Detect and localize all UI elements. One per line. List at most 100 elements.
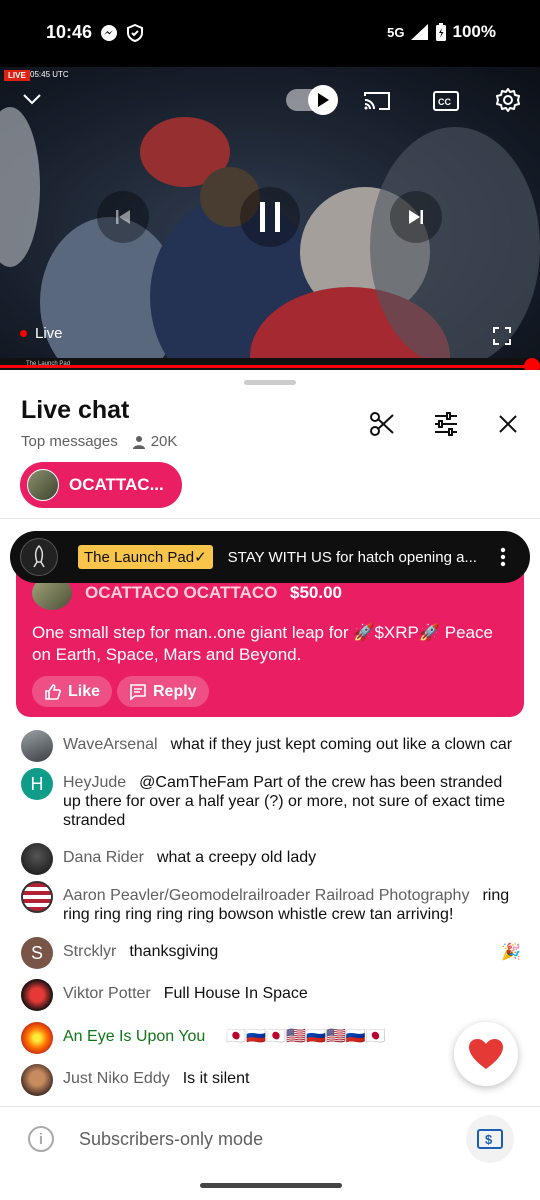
chat-author[interactable]: Aaron Peavler/Geomodelrailroader Railroa… bbox=[63, 887, 469, 904]
reply-icon bbox=[130, 683, 146, 701]
chat-author[interactable]: WaveArsenal bbox=[63, 736, 158, 753]
chat-message-body: An Eye Is Upon You 🇯🇵🇷🇺🇯🇵🇺🇸🇷🇺🇺🇸🇷🇺🇯🇵 bbox=[63, 1022, 521, 1046]
chat-filter-button[interactable] bbox=[430, 408, 462, 440]
fullscreen-button[interactable] bbox=[488, 322, 516, 350]
signal-icon bbox=[410, 24, 428, 40]
drag-handle[interactable] bbox=[244, 380, 296, 385]
chat-author[interactable]: Dana Rider bbox=[63, 849, 144, 866]
chat-text: Full House In Space bbox=[163, 985, 308, 1002]
status-bar: 10:46 5G 100% bbox=[0, 0, 540, 67]
viewer-count-value: 20K bbox=[150, 433, 178, 450]
network-label: 5G bbox=[387, 24, 405, 40]
close-chat-button[interactable] bbox=[492, 408, 524, 440]
gear-icon bbox=[496, 88, 520, 112]
avatar[interactable] bbox=[21, 979, 53, 1011]
chat-author[interactable]: HeyJude bbox=[63, 774, 126, 791]
svg-text:$: $ bbox=[485, 1132, 493, 1147]
avatar[interactable] bbox=[21, 843, 53, 875]
captions-button[interactable]: CC bbox=[430, 85, 462, 117]
broadcast-live-tag: LIVE bbox=[4, 70, 30, 81]
svg-text:CC: CC bbox=[438, 97, 451, 107]
chat-author[interactable]: Strcklyr bbox=[63, 943, 116, 960]
battery-icon bbox=[435, 23, 446, 41]
pause-icon bbox=[260, 202, 280, 232]
superchat-amount: $50.00 bbox=[290, 583, 342, 602]
chat-message[interactable]: S Strcklyr thanksgiving 🎉 bbox=[21, 937, 521, 969]
skip-next-icon bbox=[409, 210, 423, 224]
messenger-icon bbox=[101, 25, 117, 41]
viewer-count: 20K bbox=[132, 433, 178, 450]
superchat-message: One small step for man..one giant leap f… bbox=[32, 623, 493, 664]
chat-message[interactable]: Aaron Peavler/Geomodelrailroader Railroa… bbox=[21, 881, 521, 924]
chat-message-body: Dana Rider what a creepy old lady bbox=[63, 843, 521, 867]
chat-author[interactable]: Just Niko Eddy bbox=[63, 1070, 170, 1087]
previous-button[interactable] bbox=[97, 191, 149, 243]
avatar-initial: H bbox=[30, 773, 44, 794]
subscribers-only-text: Subscribers-only mode bbox=[79, 1129, 264, 1149]
chat-subtitle: Top messages 20K bbox=[21, 433, 177, 450]
chat-author[interactable]: Viktor Potter bbox=[63, 985, 151, 1002]
chat-mode[interactable]: Top messages bbox=[21, 433, 118, 450]
close-icon bbox=[499, 415, 517, 433]
notification-icons bbox=[100, 24, 144, 42]
status-time: 10:46 bbox=[46, 22, 93, 42]
chat-message-body: Just Niko Eddy Is it silent bbox=[63, 1064, 521, 1088]
party-emoji: 🎉 bbox=[501, 944, 521, 961]
pause-button[interactable] bbox=[240, 187, 300, 247]
channel-badge-name: The Launch Pad bbox=[84, 549, 195, 566]
info-icon[interactable]: i bbox=[28, 1126, 54, 1152]
live-indicator[interactable]: Live bbox=[20, 325, 63, 342]
thumb-up-icon bbox=[45, 683, 61, 700]
clip-button[interactable] bbox=[366, 408, 398, 440]
avatar[interactable] bbox=[21, 730, 53, 762]
avatar[interactable] bbox=[21, 881, 53, 913]
cast-button[interactable] bbox=[361, 85, 393, 117]
chat-message[interactable]: Just Niko Eddy Is it silent bbox=[21, 1064, 521, 1096]
avatar[interactable]: S bbox=[21, 937, 53, 969]
like-label: Like bbox=[68, 682, 101, 700]
chat-message[interactable]: H HeyJude @CamTheFam Part of the crew has… bbox=[21, 768, 521, 830]
avatar[interactable]: H bbox=[21, 768, 53, 800]
chat-message-body: Strcklyr thanksgiving bbox=[63, 937, 521, 961]
avatar[interactable] bbox=[21, 1022, 53, 1054]
chat-message-body: WaveArsenal what if they just kept coming… bbox=[63, 730, 521, 754]
heart-icon bbox=[469, 1039, 503, 1069]
chat-message[interactable]: An Eye Is Upon You 🇯🇵🇷🇺🇯🇵🇺🇸🇷🇺🇺🇸🇷🇺🇯🇵 bbox=[21, 1022, 521, 1054]
minimize-button[interactable] bbox=[18, 85, 46, 113]
banner-more-button[interactable] bbox=[500, 547, 506, 572]
chat-author[interactable]: An Eye Is Upon You bbox=[63, 1028, 205, 1045]
pinned-banner[interactable]: The Launch Pad✓ STAY WITH US for hatch o… bbox=[10, 531, 530, 583]
play-icon bbox=[318, 93, 329, 107]
pinned-superchat-chip[interactable]: OCATTAC... bbox=[20, 462, 182, 508]
chat-message-body: Aaron Peavler/Geomodelrailroader Railroa… bbox=[63, 881, 521, 924]
channel-badge: The Launch Pad✓ bbox=[78, 545, 213, 569]
settings-button[interactable] bbox=[492, 84, 524, 116]
live-label: Live bbox=[35, 325, 63, 342]
autoplay-toggle[interactable] bbox=[286, 85, 338, 115]
like-button[interactable]: Like bbox=[32, 676, 113, 707]
fullscreen-icon bbox=[493, 327, 511, 345]
video-player[interactable]: LIVE 05:45 UTC CC Live The Launch Pad bbox=[0, 67, 540, 370]
progress-bar[interactable] bbox=[0, 365, 532, 368]
autoplay-knob bbox=[308, 85, 338, 115]
chat-text: what a creepy old lady bbox=[156, 849, 317, 866]
avatar bbox=[27, 469, 59, 501]
next-button[interactable] bbox=[390, 191, 442, 243]
chat-message[interactable]: WaveArsenal what if they just kept coming… bbox=[21, 730, 521, 762]
person-icon bbox=[132, 435, 145, 449]
status-right: 5G 100% bbox=[387, 22, 496, 42]
shield-icon bbox=[127, 24, 143, 42]
avatar[interactable] bbox=[21, 1064, 53, 1096]
chat-message[interactable]: Dana Rider what a creepy old lady bbox=[21, 843, 521, 875]
progress-scrubber[interactable] bbox=[524, 358, 540, 370]
chat-message[interactable]: Viktor Potter Full House In Space bbox=[21, 979, 521, 1011]
superchat-author[interactable]: OCATTACO OCATTACO bbox=[85, 583, 277, 603]
avatar-initial: S bbox=[30, 942, 43, 963]
superchat-card: OCATTACO OCATTACO $50.00 One small step … bbox=[16, 560, 524, 717]
more-vert-icon bbox=[500, 547, 506, 567]
heart-reaction-button[interactable] bbox=[454, 1022, 518, 1086]
superchat-button[interactable]: $ bbox=[466, 1115, 514, 1163]
reply-button[interactable]: Reply bbox=[117, 676, 209, 707]
captions-icon: CC bbox=[433, 91, 459, 111]
chat-text: 🇯🇵🇷🇺🇯🇵🇺🇸🇷🇺🇺🇸🇷🇺🇯🇵 bbox=[226, 1028, 386, 1045]
